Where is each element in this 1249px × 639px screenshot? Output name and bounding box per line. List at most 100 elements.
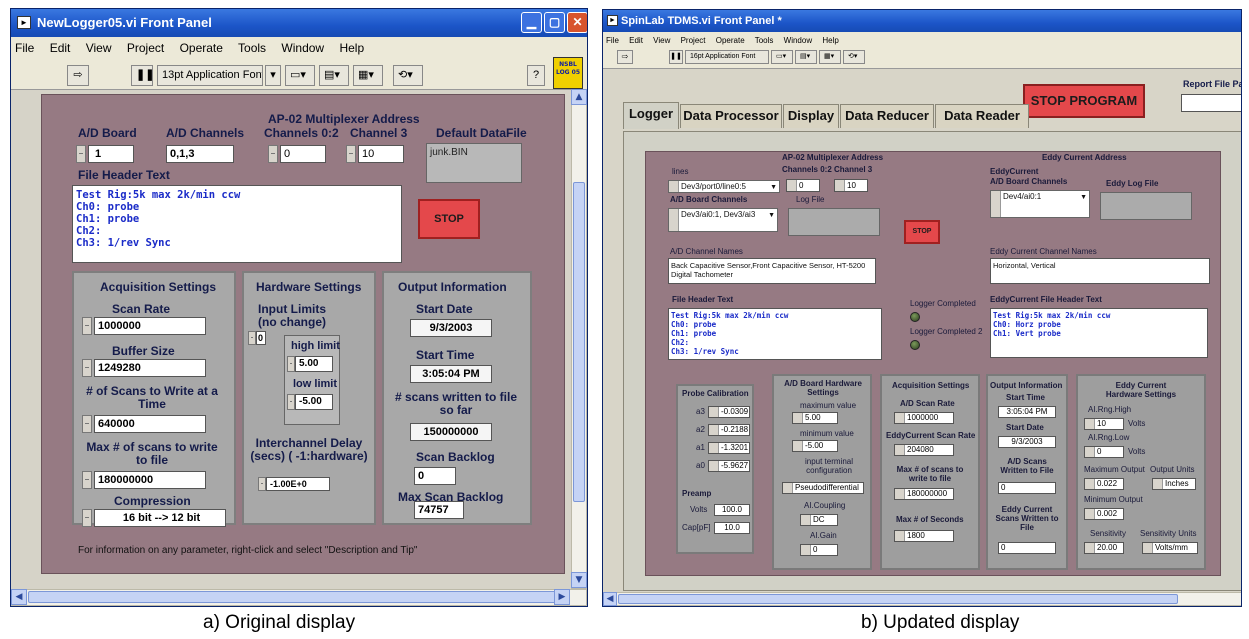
adhw-max-field[interactable]: 5.00	[792, 412, 838, 424]
font-selector[interactable]: 13pt Application Font	[157, 65, 263, 86]
mux-ch02-spinner[interactable]	[268, 145, 278, 163]
menu-edit[interactable]: Edit	[50, 41, 71, 55]
eddyhw-maxout-field[interactable]: 0.022	[1084, 478, 1124, 490]
resize-icon[interactable]: ▦▾	[353, 65, 383, 86]
eddyhw-sens-units-select[interactable]: Volts/mm	[1142, 542, 1198, 554]
tab-data-processor[interactable]: Data Processor	[680, 104, 782, 128]
eddyhw-units-select[interactable]: Inches	[1152, 478, 1196, 490]
tab-data-reducer[interactable]: Data Reducer	[840, 104, 934, 128]
menu-project-2[interactable]: Project	[681, 36, 706, 45]
help-icon[interactable]: ?	[527, 65, 545, 86]
eddyhw-sens-field[interactable]: 20.00	[1084, 542, 1124, 554]
distribute-icon[interactable]: ▤▾	[319, 65, 349, 86]
menu-view-2[interactable]: View	[653, 36, 670, 45]
report-file-field[interactable]	[1181, 94, 1241, 112]
mux-ch3-field-2[interactable]: 10	[834, 179, 868, 192]
menu-file-2[interactable]: File	[606, 36, 619, 45]
tab-display[interactable]: Display	[783, 104, 839, 128]
ad-board-channels-select[interactable]: Dev3/ai0:1, Dev3/ai3	[668, 208, 778, 232]
adhw-gain-field[interactable]: 0	[800, 544, 838, 556]
scroll-left-icon-2[interactable]: ◀	[603, 592, 617, 606]
mux-ch3-spinner[interactable]	[346, 145, 356, 163]
menu-tools-2[interactable]: Tools	[755, 36, 774, 45]
default-datafile-field[interactable]: junk.BIN	[426, 143, 522, 183]
scroll-up-icon[interactable]: ▲	[571, 89, 587, 105]
low-limit-field[interactable]: -5.00	[295, 394, 333, 410]
stop-button-2[interactable]: STOP	[904, 220, 940, 244]
menu-operate-2[interactable]: Operate	[716, 36, 745, 45]
reorder-icon-2[interactable]: ⟲▾	[843, 50, 865, 64]
high-limit-spinner[interactable]	[287, 356, 295, 372]
adhw-term-select[interactable]: Pseudodifferential	[782, 482, 864, 494]
high-limit-field[interactable]: 5.00	[295, 356, 333, 372]
title-bar-2[interactable]: SpinLab TDMS.vi Front Panel * ►	[603, 10, 1241, 32]
probe-a0-field[interactable]: -5.9627	[708, 460, 750, 472]
horizontal-scroll-thumb[interactable]	[28, 591, 568, 603]
delay-field[interactable]: -1.00E+0	[266, 477, 330, 491]
menu-window-2[interactable]: Window	[784, 36, 812, 45]
vertical-scroll-thumb[interactable]	[573, 182, 585, 502]
font-selector-2[interactable]: 16pt Application Font	[685, 50, 769, 64]
eddy-log-file-field[interactable]	[1100, 192, 1192, 220]
mux-ch3-field[interactable]: 10	[358, 145, 404, 163]
horizontal-scrollbar-2[interactable]: ◀	[603, 592, 1241, 606]
delay-spinner[interactable]	[258, 477, 266, 491]
close-icon[interactable]: ✕	[567, 12, 587, 33]
run-arrow-icon-2[interactable]: ⇨	[617, 50, 633, 64]
buffer-size-field[interactable]: 1249280	[94, 359, 206, 377]
ad-board-field[interactable]: 1	[88, 145, 134, 163]
preamp-cap-field[interactable]: 10.0	[714, 522, 750, 534]
pause-icon-2[interactable]: ❚❚	[669, 50, 683, 64]
probe-a1-field[interactable]: -1.3201	[708, 442, 750, 454]
eddy-header-textarea[interactable]: Test Rig:5k max 2k/min ccw Ch0: Horz pro…	[990, 308, 1208, 358]
file-header-textarea-2[interactable]: Test Rig:5k max 2k/min ccw Ch0: probe Ch…	[668, 308, 882, 360]
scans-write-field[interactable]: 640000	[94, 415, 206, 433]
input-limits-field[interactable]: 0	[256, 331, 266, 345]
menu-help-2[interactable]: Help	[822, 36, 838, 45]
ad-board-spinner[interactable]	[76, 145, 86, 163]
lines-select[interactable]: Dev3/port0/line0:5	[668, 180, 780, 193]
pause-icon[interactable]: ❚❚	[131, 65, 153, 86]
scroll-down-icon[interactable]: ▼	[571, 572, 587, 588]
menu-project[interactable]: Project	[127, 41, 164, 55]
file-header-textarea[interactable]: Test Rig:5k max 2k/min ccw Ch0: probe Ch…	[72, 185, 402, 263]
menu-help[interactable]: Help	[339, 41, 364, 55]
mux-ch02-field[interactable]: 0	[280, 145, 326, 163]
stop-button[interactable]: STOP	[418, 199, 480, 239]
scroll-right-icon[interactable]: ▶	[554, 589, 570, 605]
run-arrow-icon[interactable]: ⇨	[67, 65, 89, 86]
ad-channels-field[interactable]: 0,1,3	[166, 145, 234, 163]
align-icon[interactable]: ▭▾	[285, 65, 315, 86]
eddy-ad-channels-select[interactable]: Dev4/ai0:1	[990, 190, 1090, 218]
ad-channel-names-field[interactable]: Back Capacitive Sensor,Front Capacitive …	[668, 258, 876, 284]
eddy-scan-rate-field[interactable]: 204080	[894, 444, 954, 456]
mux-ch02-field-2[interactable]: 0	[786, 179, 820, 192]
distribute-icon-2[interactable]: ▤▾	[795, 50, 817, 64]
max-scans-spinner[interactable]	[82, 471, 92, 489]
max-scans-field-2[interactable]: 180000000	[894, 488, 954, 500]
eddyhw-high-field[interactable]: 10	[1084, 418, 1124, 430]
input-limits-spinner[interactable]	[248, 331, 256, 345]
eddy-channel-names-field[interactable]: Horizontal, Vertical	[990, 258, 1210, 284]
menu-operate[interactable]: Operate	[180, 41, 223, 55]
menu-file[interactable]: File	[15, 41, 34, 55]
scan-rate-spinner[interactable]	[82, 317, 92, 335]
menu-edit-2[interactable]: Edit	[629, 36, 643, 45]
align-icon-2[interactable]: ▭▾	[771, 50, 793, 64]
preamp-volts-field[interactable]: 100.0	[714, 504, 750, 516]
compression-select[interactable]: 16 bit --> 12 bit	[94, 509, 226, 527]
reorder-icon[interactable]: ⟲▾	[393, 65, 423, 86]
max-seconds-field[interactable]: 1800	[894, 530, 954, 542]
resize-icon-2[interactable]: ▦▾	[819, 50, 841, 64]
minimize-icon[interactable]: ▁	[521, 12, 542, 33]
probe-a2-field[interactable]: -0.2188	[708, 424, 750, 436]
tab-data-reader[interactable]: Data Reader	[935, 104, 1029, 128]
tab-logger[interactable]: Logger	[623, 102, 679, 129]
probe-a3-field[interactable]: -0.0309	[708, 406, 750, 418]
ad-scan-rate-field[interactable]: 1000000	[894, 412, 954, 424]
adhw-coupling-select[interactable]: DC	[800, 514, 838, 526]
vertical-scrollbar[interactable]: ▲ ▼	[571, 89, 587, 589]
menu-view[interactable]: View	[86, 41, 112, 55]
log-file-field[interactable]	[788, 208, 880, 236]
title-bar[interactable]: NewLogger05.vi Front Panel ► ▁ ▢ ✕	[11, 9, 587, 37]
